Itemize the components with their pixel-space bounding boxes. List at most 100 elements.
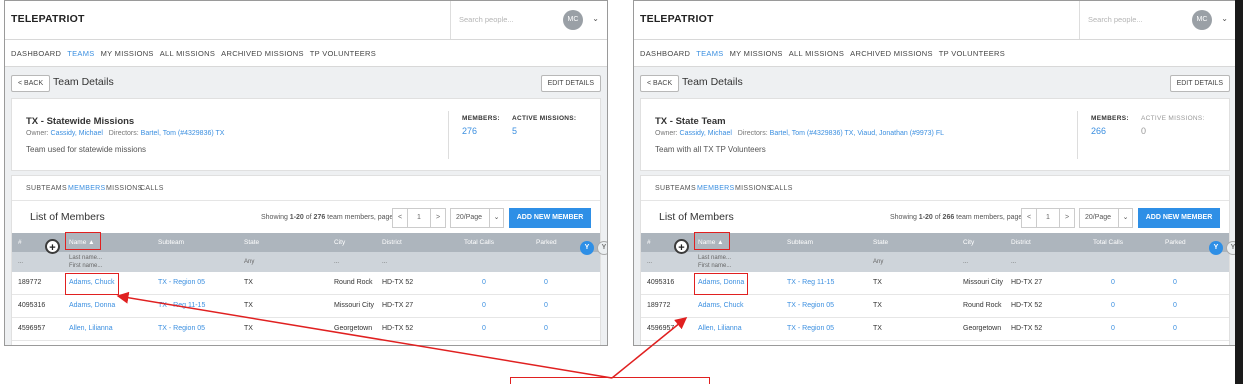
tab-missions[interactable]: MISSIONS [735, 185, 772, 192]
edit-details-button[interactable]: EDIT DETAILS [1169, 75, 1230, 92]
prev-page-button[interactable]: < [1022, 209, 1037, 227]
subteam-link[interactable]: TX - Region 05 [158, 279, 205, 286]
member-name-link[interactable]: Adams, Donna [69, 302, 115, 309]
members-count[interactable]: 276 [462, 126, 477, 136]
active-missions-count[interactable]: 5 [512, 126, 517, 136]
col-subteam[interactable]: Subteam [158, 239, 184, 246]
subteam-link[interactable]: TX - Reg 11-15 [787, 279, 834, 286]
col-city[interactable]: City [334, 239, 345, 246]
col-city[interactable]: City [963, 239, 974, 246]
divider [448, 111, 449, 159]
tab-missions[interactable]: MISSIONS [106, 185, 143, 192]
chevron-down-icon[interactable]: ⌄ [592, 14, 599, 23]
nav-my-missions[interactable]: MY MISSIONS [101, 49, 154, 58]
owner-link[interactable]: Cassidy, Michael [51, 130, 103, 137]
directors-link[interactable]: Bartel, Tom (#4329836) TX, Viaud, Jonath… [770, 130, 944, 137]
filter-district[interactable]: ... [1011, 259, 1016, 265]
nav-all-missions[interactable]: ALL MISSIONS [160, 49, 215, 58]
subteam-link[interactable]: TX - Region 05 [787, 325, 834, 332]
table-row[interactable]: 4596957 Allen, Lilianna TX - Region 05 T… [12, 318, 600, 341]
tab-subteams[interactable]: SUBTEAMS [655, 185, 696, 192]
nav-tp-volunteers[interactable]: TP VOLUNTEERS [939, 49, 1005, 58]
page-number-input[interactable]: 1 [1037, 209, 1060, 227]
filter-state[interactable]: Any [873, 259, 883, 265]
highlight-box [694, 232, 730, 250]
search-input[interactable]: Search people... [459, 15, 514, 24]
tab-members[interactable]: MEMBERS [697, 185, 735, 192]
filter-icon[interactable]: Y [580, 241, 594, 255]
back-button[interactable]: < BACK [11, 75, 51, 92]
pager: < 1 > [392, 208, 446, 228]
filter-last-name[interactable]: Last name... [69, 255, 102, 261]
col-id[interactable]: # [18, 239, 22, 246]
member-name-link[interactable]: Adams, Chuck [698, 302, 744, 309]
chevron-down-icon[interactable]: ⌄ [1118, 209, 1132, 227]
member-name-link[interactable]: Allen, Lilianna [698, 325, 742, 332]
subteam-link[interactable]: TX - Reg 11-15 [158, 302, 205, 309]
tab-subteams[interactable]: SUBTEAMS [26, 185, 67, 192]
directors-link[interactable]: Bartel, Tom (#4329836) TX [141, 130, 225, 137]
col-total-calls[interactable]: Total Calls [464, 239, 494, 246]
members-card: SUBTEAMS MEMBERS MISSIONS CALLS List of … [11, 175, 607, 345]
nav-teams[interactable]: TEAMS [696, 49, 723, 58]
tab-calls[interactable]: CALLS [140, 185, 164, 192]
filter-first-name[interactable]: First name... [698, 263, 731, 269]
col-parked[interactable]: Parked [536, 239, 557, 246]
filter-icon[interactable]: Y [1209, 241, 1223, 255]
add-new-member-button[interactable]: ADD NEW MEMBER [509, 208, 591, 228]
nav-tp-volunteers[interactable]: TP VOLUNTEERS [310, 49, 376, 58]
col-total-calls[interactable]: Total Calls [1093, 239, 1123, 246]
nav-dashboard[interactable]: DASHBOARD [11, 49, 61, 58]
next-page-button[interactable]: > [431, 209, 445, 227]
add-new-member-button[interactable]: ADD NEW MEMBER [1138, 208, 1220, 228]
col-state[interactable]: State [873, 239, 888, 246]
owner-link[interactable]: Cassidy, Michael [680, 130, 732, 137]
back-button[interactable]: < BACK [640, 75, 680, 92]
chevron-down-icon[interactable]: ⌄ [1221, 14, 1228, 23]
col-state[interactable]: State [244, 239, 259, 246]
table-row[interactable]: 4596957 Allen, Lilianna TX - Region 05 T… [641, 318, 1229, 341]
col-district[interactable]: District [382, 239, 402, 246]
subteam-link[interactable]: TX - Region 05 [787, 302, 834, 309]
add-column-icon[interactable]: + [674, 239, 689, 254]
clear-filter-icon[interactable]: Y [597, 241, 607, 255]
filter-id[interactable]: ... [647, 259, 652, 265]
per-page-select[interactable]: 20/Page ⌄ [1079, 208, 1133, 228]
filter-district[interactable]: ... [382, 259, 387, 265]
tab-members[interactable]: MEMBERS [68, 185, 106, 192]
nav-my-missions[interactable]: MY MISSIONS [730, 49, 783, 58]
edit-details-button[interactable]: EDIT DETAILS [540, 75, 601, 92]
col-id[interactable]: # [647, 239, 651, 246]
filter-city[interactable]: ... [334, 259, 339, 265]
col-subteam[interactable]: Subteam [787, 239, 813, 246]
col-parked[interactable]: Parked [1165, 239, 1186, 246]
filter-first-name[interactable]: First name... [69, 263, 102, 269]
page-title: Team Details [682, 76, 743, 88]
filter-city[interactable]: ... [963, 259, 968, 265]
avatar[interactable]: MC [1192, 10, 1212, 30]
members-count[interactable]: 266 [1091, 126, 1106, 136]
filter-id[interactable]: ... [18, 259, 23, 265]
member-name-link[interactable]: Allen, Lilianna [69, 325, 113, 332]
app-logo: TELEPATRIOT [11, 13, 85, 25]
subteam-link[interactable]: TX - Region 05 [158, 325, 205, 332]
per-page-select[interactable]: 20/Page ⌄ [450, 208, 504, 228]
search-input[interactable]: Search people... [1088, 15, 1143, 24]
tab-calls[interactable]: CALLS [769, 185, 793, 192]
next-page-button[interactable]: > [1060, 209, 1074, 227]
nav-teams[interactable]: TEAMS [67, 49, 94, 58]
col-district[interactable]: District [1011, 239, 1031, 246]
nav-archived-missions[interactable]: ARCHIVED MISSIONS [850, 49, 933, 58]
prev-page-button[interactable]: < [393, 209, 408, 227]
add-column-icon[interactable]: + [45, 239, 60, 254]
nav-all-missions[interactable]: ALL MISSIONS [789, 49, 844, 58]
table-row[interactable]: 4095316 Adams, Donna TX - Reg 11-15 TX M… [12, 295, 600, 318]
page-number-input[interactable]: 1 [408, 209, 431, 227]
table-row[interactable]: 189772 Adams, Chuck TX - Region 05 TX Ro… [641, 295, 1229, 318]
nav-dashboard[interactable]: DASHBOARD [640, 49, 690, 58]
filter-last-name[interactable]: Last name... [698, 255, 731, 261]
filter-state[interactable]: Any [244, 259, 254, 265]
chevron-down-icon[interactable]: ⌄ [489, 209, 503, 227]
avatar[interactable]: MC [563, 10, 583, 30]
nav-archived-missions[interactable]: ARCHIVED MISSIONS [221, 49, 304, 58]
